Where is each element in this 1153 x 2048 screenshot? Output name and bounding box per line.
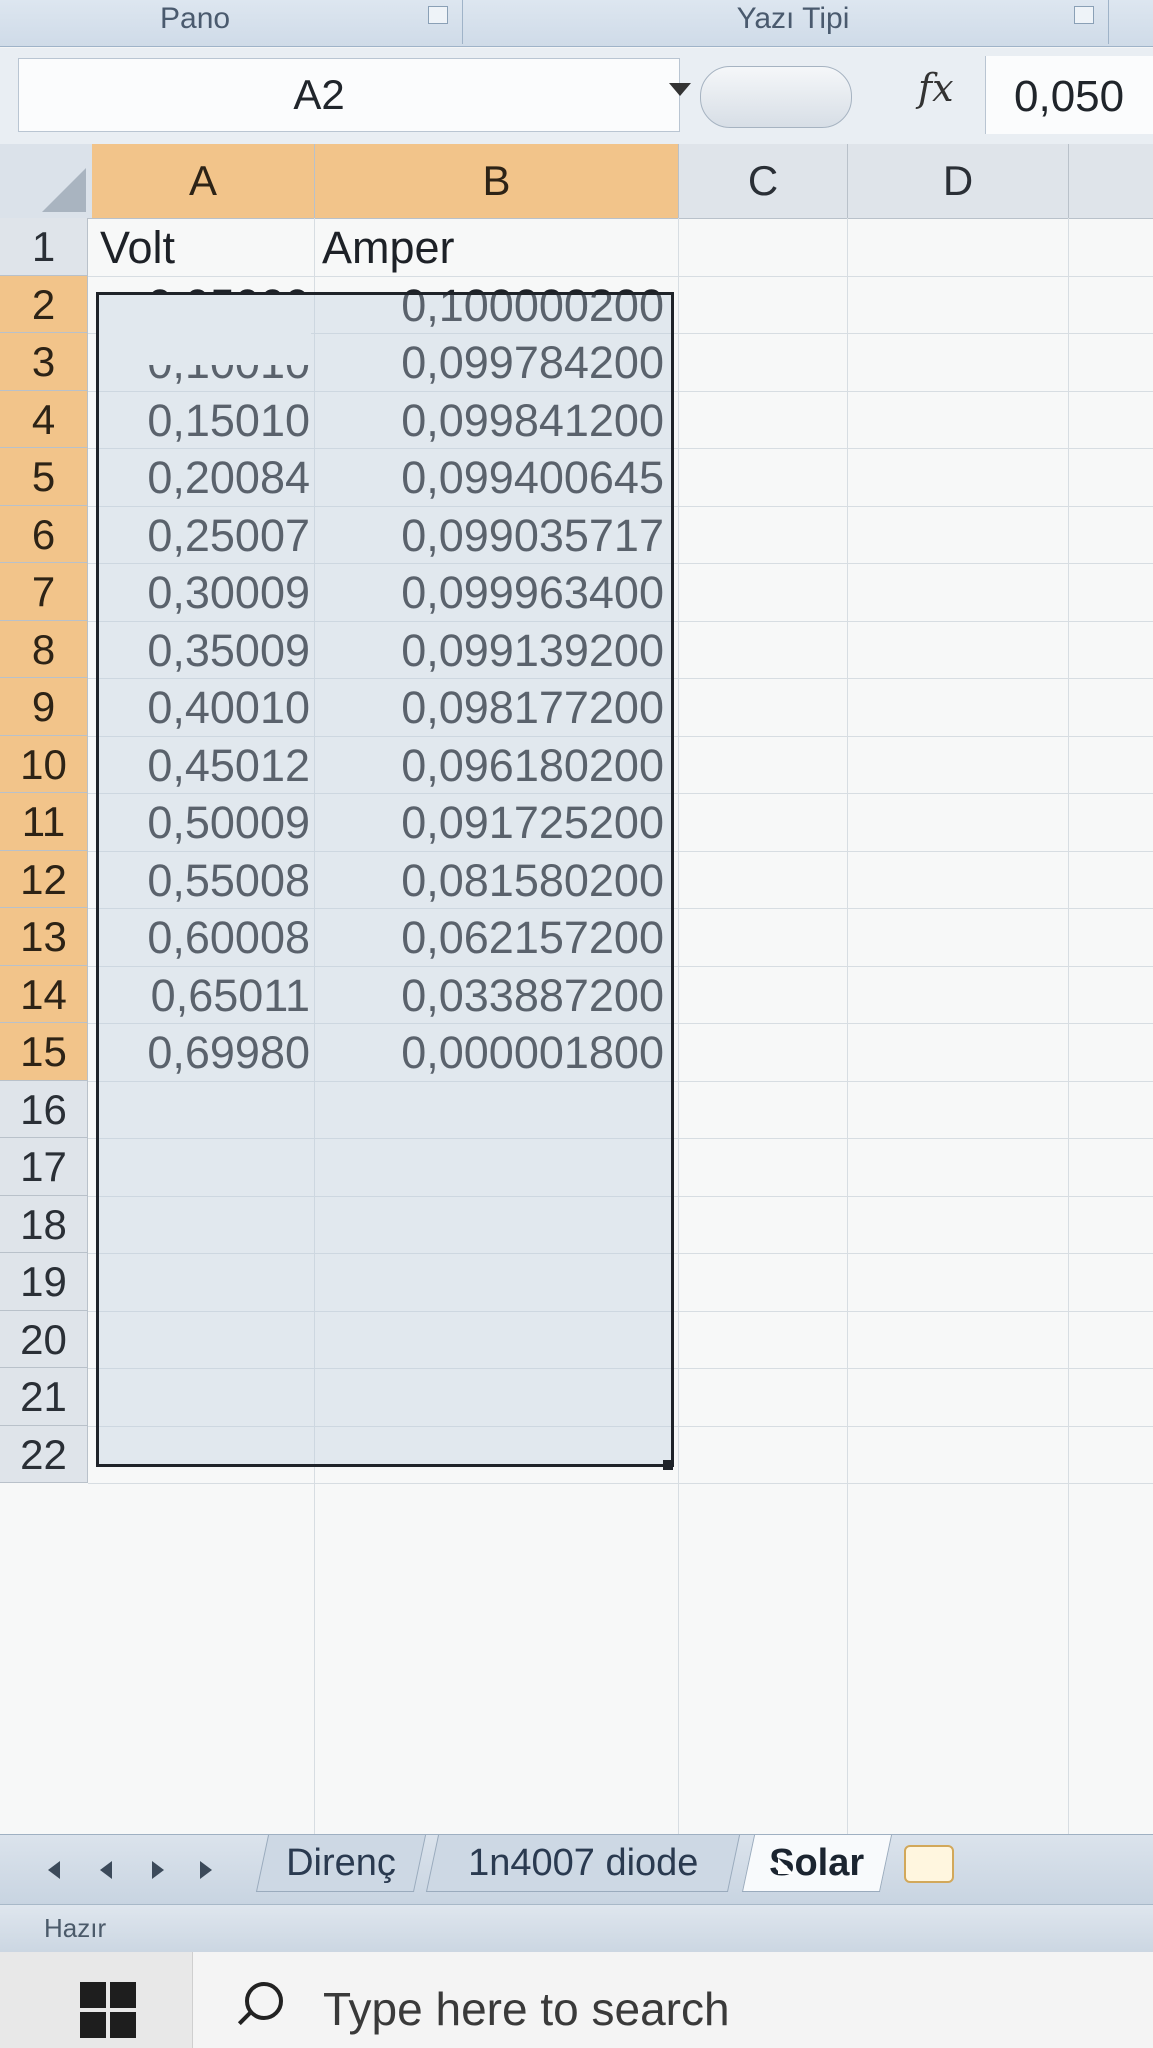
status-text: Hazır — [44, 1913, 107, 1943]
formula-value: 0,050 — [1014, 72, 1125, 121]
row-header-11[interactable]: 11 — [0, 793, 88, 851]
row-header-20[interactable]: 20 — [0, 1310, 88, 1368]
row-header-4[interactable]: 4 — [0, 390, 88, 448]
fill-handle[interactable] — [663, 1460, 673, 1470]
row-header-21[interactable]: 21 — [0, 1368, 88, 1426]
dialog-launcher-icon[interactable] — [1074, 6, 1094, 24]
mouse-cursor-icon — [778, 1858, 794, 1874]
name-box[interactable]: A2 — [18, 58, 691, 132]
gridline — [88, 275, 1153, 277]
cell-b1[interactable]: Amper — [322, 222, 455, 274]
selected-range[interactable] — [96, 292, 674, 1467]
ribbon-group-label: Pano — [160, 2, 231, 35]
sheet-tab-label: Direnç — [286, 1842, 397, 1884]
formula-bar: A2 fx 0,050 — [0, 48, 1153, 146]
sheet-tab-solar[interactable]: Solar — [741, 1835, 893, 1892]
row-header-5[interactable]: 5 — [0, 448, 88, 506]
ribbon-group-clipboard: Pano — [0, 0, 463, 44]
row-header-17[interactable]: 17 — [0, 1138, 88, 1196]
column-header-b[interactable]: B — [315, 144, 679, 219]
sheet-tab-bar: Direnç 1n4007 diode Solar — [0, 1834, 1153, 1905]
windows-taskbar: Type here to search — [0, 1952, 1153, 2048]
row-header-1[interactable]: 1 — [0, 218, 88, 276]
gridline — [88, 1483, 1153, 1484]
formula-bar-splitter[interactable] — [700, 66, 852, 128]
row-header-9[interactable]: 9 — [0, 678, 88, 736]
gridline — [847, 218, 848, 1834]
row-header-7[interactable]: 7 — [0, 563, 88, 621]
row-header-2[interactable]: 2 — [0, 275, 88, 333]
cell-a1[interactable]: Volt — [100, 222, 175, 274]
row-header-10[interactable]: 10 — [0, 735, 88, 793]
column-header-e[interactable] — [1069, 144, 1153, 219]
next-sheet-icon[interactable] — [152, 1861, 164, 1879]
dialog-launcher-icon[interactable] — [428, 6, 448, 24]
insert-function-icon[interactable]: fx — [918, 66, 954, 110]
worksheet-grid[interactable]: A B C D 1VoltAmper20,050090,10000020030,… — [0, 144, 1153, 1834]
search-icon — [245, 1982, 283, 2020]
ribbon-groups: Pano Yazı Tipi — [0, 0, 1153, 47]
formula-input[interactable]: 0,050 — [985, 56, 1153, 134]
column-header-a[interactable]: A — [92, 144, 315, 219]
row-header-8[interactable]: 8 — [0, 620, 88, 678]
insert-sheet-icon[interactable] — [904, 1845, 954, 1883]
row-header-15[interactable]: 15 — [0, 1023, 88, 1081]
windows-start-icon[interactable] — [80, 1982, 138, 2040]
status-bar: Hazır — [0, 1904, 1153, 1953]
ribbon-group-label: Yazı Tipi — [736, 2, 850, 35]
row-header-12[interactable]: 12 — [0, 850, 88, 908]
sheet-tab-1n4007-diode[interactable]: 1n4007 diode — [425, 1835, 741, 1892]
ribbon-group-font: Yazı Tipi — [478, 0, 1109, 44]
first-sheet-icon[interactable] — [48, 1861, 60, 1879]
chevron-down-icon[interactable] — [669, 83, 691, 96]
row-header-16[interactable]: 16 — [0, 1080, 88, 1138]
column-header-d[interactable]: D — [848, 144, 1069, 219]
row-header-6[interactable]: 6 — [0, 505, 88, 563]
prev-sheet-icon[interactable] — [100, 1861, 112, 1879]
search-placeholder: Type here to search — [323, 1983, 730, 2035]
gridline — [1068, 218, 1069, 1834]
sheet-tab-label: 1n4007 diode — [467, 1842, 699, 1884]
row-header-19[interactable]: 19 — [0, 1253, 88, 1311]
name-box-value: A2 — [293, 71, 345, 118]
gridline — [678, 218, 679, 1834]
row-header-18[interactable]: 18 — [0, 1195, 88, 1253]
last-sheet-icon[interactable] — [200, 1861, 212, 1879]
taskbar-search-box[interactable]: Type here to search — [192, 1952, 1153, 2048]
select-all-button[interactable] — [0, 144, 93, 219]
column-header-c[interactable]: C — [679, 144, 848, 219]
row-header-13[interactable]: 13 — [0, 908, 88, 966]
row-header-22[interactable]: 22 — [0, 1425, 88, 1483]
sheet-tab-direnc[interactable]: Direnç — [255, 1835, 427, 1892]
row-header-3[interactable]: 3 — [0, 333, 88, 391]
row-header-14[interactable]: 14 — [0, 965, 88, 1023]
